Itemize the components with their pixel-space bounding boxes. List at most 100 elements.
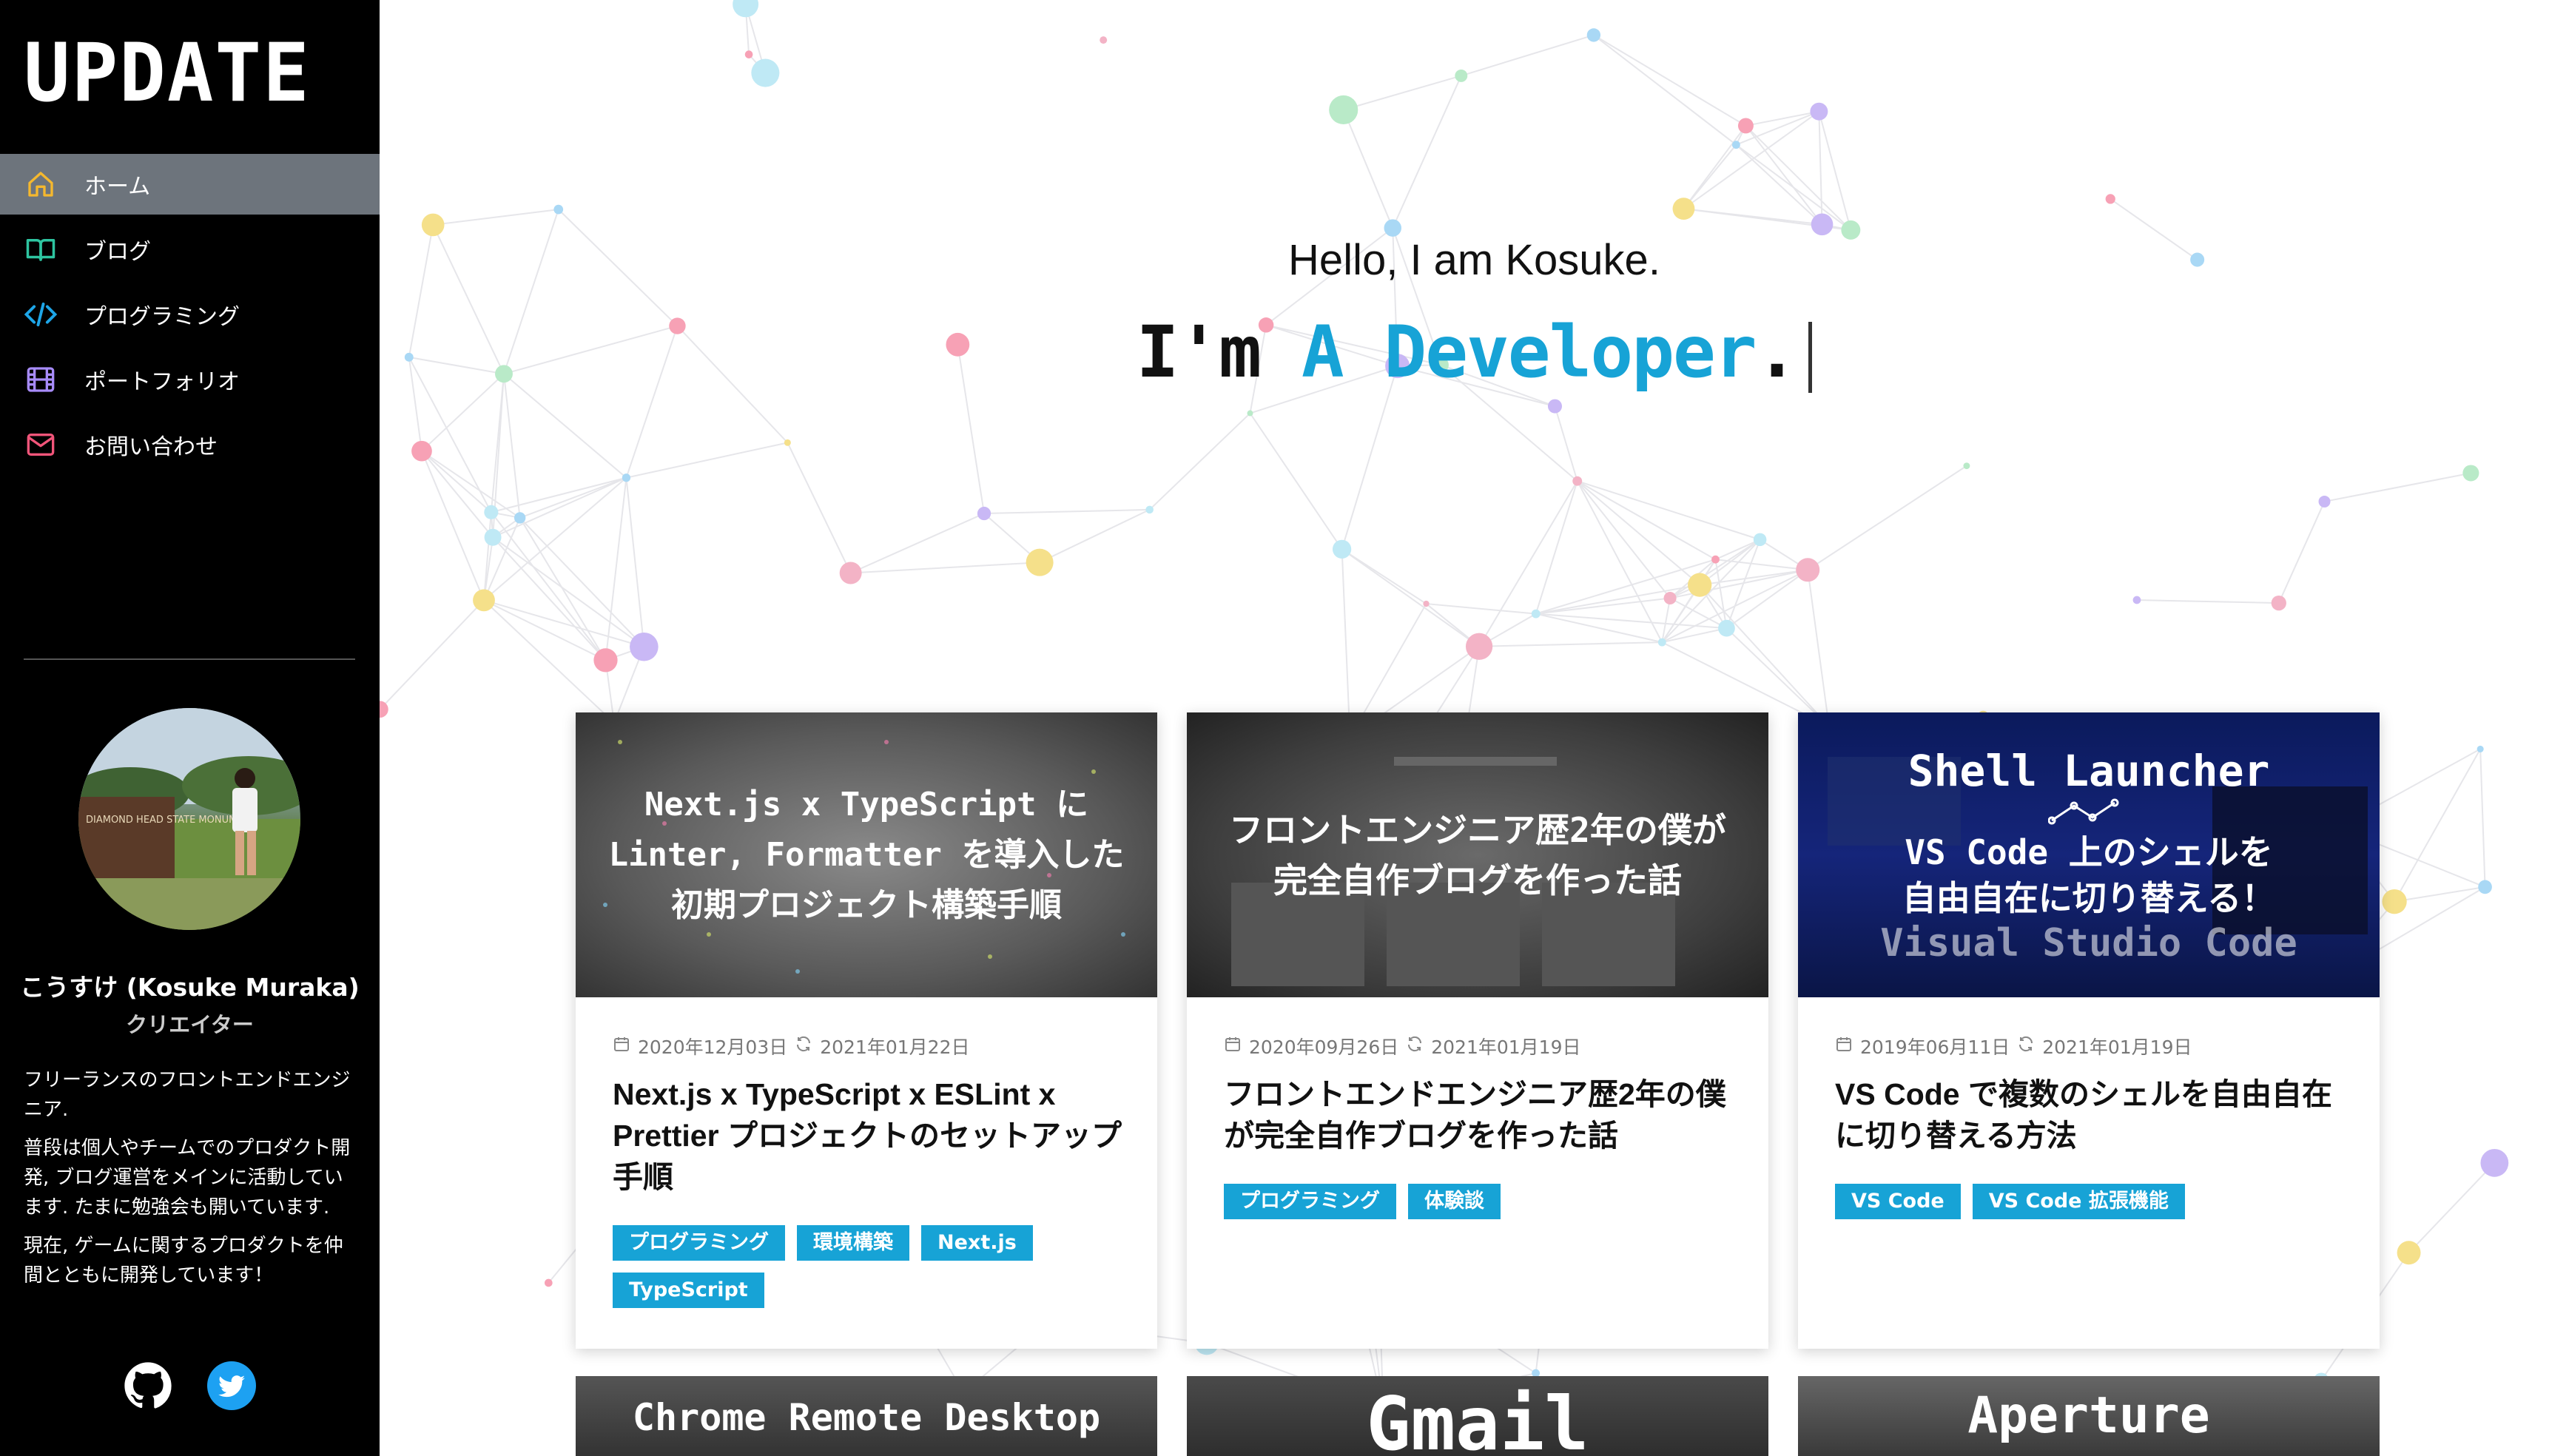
particle-dot xyxy=(2271,595,2286,611)
particle-dot xyxy=(1586,28,1601,42)
post-thumbnail[interactable]: フロントエンジニア歴2年の僕が 完全自作ブログを作った話 xyxy=(1187,712,1768,997)
calendar-icon xyxy=(1835,1035,1853,1057)
post-card[interactable]: Chrome Remote Desktop xyxy=(576,1376,1157,1456)
bio-paragraph: 現在, ゲームに関するプロダクトを仲間とともに開発しています！ xyxy=(24,1235,343,1287)
particle-dot xyxy=(544,1278,553,1287)
sidebar-item-portfolio[interactable]: ポートフォリオ xyxy=(0,349,380,410)
particle-dot xyxy=(1718,619,1735,637)
particle-dot xyxy=(1737,118,1754,134)
tag-chip[interactable]: プログラミング xyxy=(613,1225,785,1261)
post-title[interactable]: VS Code で複数のシェルを自由自在に切り替える方法 xyxy=(1835,1074,2353,1156)
sidebar-item-label: ホーム xyxy=(84,174,151,200)
particle-dot xyxy=(751,58,780,87)
post-created-date: 2020年09月26日 xyxy=(1249,1037,1399,1058)
tag-chip[interactable]: TypeScript xyxy=(613,1273,764,1308)
particle-dot xyxy=(1663,591,1677,605)
thumbnail-footer: Visual Studio Code xyxy=(1880,920,2297,965)
sidebar-item-contact[interactable]: お問い合わせ xyxy=(0,414,380,475)
particle-dot xyxy=(2382,889,2407,914)
mail-icon xyxy=(24,428,58,462)
particle-dot xyxy=(839,562,862,584)
particle-dot xyxy=(733,0,759,18)
hero-typing-headline: I'm A Developer. xyxy=(380,311,2569,394)
sidebar-item-label: お問い合わせ xyxy=(84,434,218,460)
tag-chip[interactable]: 環境構築 xyxy=(797,1225,909,1261)
particle-dot xyxy=(2477,745,2484,752)
chart-line-icon xyxy=(2047,797,2129,829)
tag-chip[interactable]: Next.js xyxy=(921,1225,1033,1261)
particle-dot xyxy=(1547,399,1563,414)
tag-chip[interactable]: VS Code 拡張機能 xyxy=(1972,1184,2185,1219)
post-card[interactable]: フロントエンジニア歴2年の僕が 完全自作ブログを作った話 2020年09月26日… xyxy=(1187,712,1768,1349)
post-tags: VS Code VS Code 拡張機能 xyxy=(1835,1184,2353,1219)
hero-role: A Developer xyxy=(1301,311,1757,394)
refresh-icon xyxy=(1406,1035,1424,1057)
sidebar-divider xyxy=(24,658,355,660)
thumbnail-heading: Shell Launcher xyxy=(1908,745,2270,796)
particle-dot xyxy=(630,632,659,661)
thumbnail-heading: Aperture xyxy=(1967,1386,2210,1445)
particle-dot xyxy=(411,440,432,462)
hero-suffix: . xyxy=(1755,311,1799,394)
post-dates: 2020年09月26日 2021年01月19日 xyxy=(1224,1033,1581,1059)
post-created-date: 2019年06月11日 xyxy=(1860,1037,2010,1058)
particle-dot xyxy=(380,701,388,718)
particle-dot xyxy=(1100,36,1108,44)
particle-dot xyxy=(484,528,502,546)
avatar: DIAMOND HEAD STATE MONUMENT xyxy=(78,708,300,930)
profile-bio: フリーランスのフロントエンドエンジニア. 普段は個人やチームでのプロダクト開発,… xyxy=(24,1065,360,1299)
sidebar-item-programming[interactable]: プログラミング xyxy=(0,284,380,345)
profile-name: こうすけ (Kosuke Muraka) xyxy=(20,973,360,1002)
thumbnail-line: 完全自作ブログを作った話 xyxy=(1273,860,1682,900)
particle-dot xyxy=(553,204,564,215)
particle-dot xyxy=(1753,533,1767,547)
post-card[interactable]: Aperture xyxy=(1798,1376,2380,1456)
post-title[interactable]: Next.js x TypeScript x ESLint x Prettier… xyxy=(613,1074,1131,1198)
particle-dot xyxy=(1672,198,1695,220)
sidebar-item-label: プログラミング xyxy=(84,304,240,330)
thumbnail-line: 初期プロジェクト構築手順 xyxy=(670,886,1062,924)
thumbnail-heading: Gmail xyxy=(1366,1381,1589,1456)
post-card[interactable]: Gmail xyxy=(1187,1376,1768,1456)
tag-chip[interactable]: 体験談 xyxy=(1408,1184,1501,1219)
particle-dot xyxy=(2105,194,2115,204)
github-link[interactable] xyxy=(124,1361,172,1410)
thumbnail-line: VS Code 上のシェルを xyxy=(1905,832,2273,872)
thumbnail-caption: VS Code 上のシェルを 自由自在に切り替える！ xyxy=(1902,829,2276,921)
tag-chip[interactable]: VS Code xyxy=(1835,1184,1961,1219)
particle-dot xyxy=(2462,465,2479,482)
calendar-icon xyxy=(1224,1035,1242,1057)
post-dates: 2020年12月03日 2021年01月22日 xyxy=(613,1033,970,1059)
post-card[interactable]: Shell Launcher VS Code 上のシェルを 自由自在に切り替える… xyxy=(1798,712,2380,1349)
twitter-link[interactable] xyxy=(207,1361,256,1410)
home-icon xyxy=(24,167,58,201)
particle-dot xyxy=(2318,495,2331,508)
thumbnail-line: Next.js x TypeScript に xyxy=(644,785,1089,823)
particle-dot xyxy=(421,213,445,237)
thumbnail-line: フロントエンジニア歴2年の僕が xyxy=(1229,809,1726,850)
thumbnail-heading: Chrome Remote Desktop xyxy=(632,1396,1101,1439)
code-icon xyxy=(24,297,58,331)
sidebar-item-blog[interactable]: ブログ xyxy=(0,219,380,280)
tag-chip[interactable]: プログラミング xyxy=(1224,1184,1396,1219)
particle-dot xyxy=(1731,141,1740,149)
post-created-date: 2020年12月03日 xyxy=(638,1037,788,1058)
post-card[interactable]: Next.js x TypeScript に Linter, Formatter… xyxy=(576,712,1157,1349)
particle-dot xyxy=(1329,95,1358,125)
refresh-icon xyxy=(795,1035,812,1057)
post-title[interactable]: フロントエンドエンジニア歴2年の僕が完全自作ブログを作った話 xyxy=(1224,1074,1742,1156)
avatar-sign: DIAMOND HEAD STATE MONUMENT xyxy=(86,815,256,826)
post-updated-date: 2021年01月19日 xyxy=(1431,1037,1581,1058)
post-thumbnail[interactable]: Shell Launcher VS Code 上のシェルを 自由自在に切り替える… xyxy=(1798,712,2380,997)
site-logo[interactable]: UPDATE xyxy=(24,32,311,112)
particle-dot xyxy=(2478,880,2492,894)
post-thumbnail[interactable]: Next.js x TypeScript に Linter, Formatter… xyxy=(576,712,1157,997)
sidebar-item-label: ブログ xyxy=(84,239,151,265)
particle-dot xyxy=(593,648,618,673)
particle-dot xyxy=(977,506,991,521)
particle-dot xyxy=(473,589,495,612)
particle-dot xyxy=(1657,638,1666,647)
post-updated-date: 2021年01月19日 xyxy=(2042,1037,2192,1058)
sidebar-item-home[interactable]: ホーム xyxy=(0,154,380,215)
particle-dot xyxy=(1531,609,1541,619)
